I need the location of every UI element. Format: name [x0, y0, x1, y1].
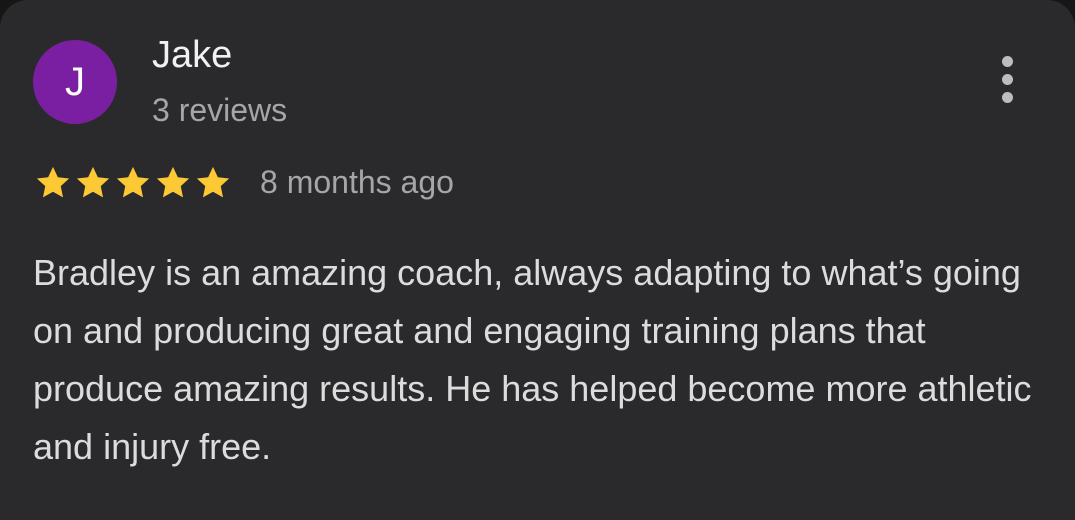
star-rating [33, 164, 233, 202]
review-card: J Jake 3 reviews 8 months ago Bradley is… [0, 0, 1075, 520]
star-icon [156, 166, 190, 198]
star-icon [116, 166, 150, 198]
author-name[interactable]: Jake [152, 34, 232, 77]
star-icon [76, 166, 110, 198]
review-time: 8 months ago [260, 164, 454, 200]
more-options-button[interactable] [990, 52, 1026, 108]
author-review-count: 3 reviews [152, 92, 288, 128]
avatar[interactable]: J [33, 40, 117, 124]
more-vert-icon-dot [1002, 92, 1013, 103]
review-text: Bradley is an amazing coach, always adap… [33, 252, 1032, 467]
star-icon [36, 166, 70, 198]
more-vert-icon [1002, 56, 1013, 67]
star-icon [196, 166, 230, 198]
more-vert-icon-dot [1002, 74, 1013, 85]
